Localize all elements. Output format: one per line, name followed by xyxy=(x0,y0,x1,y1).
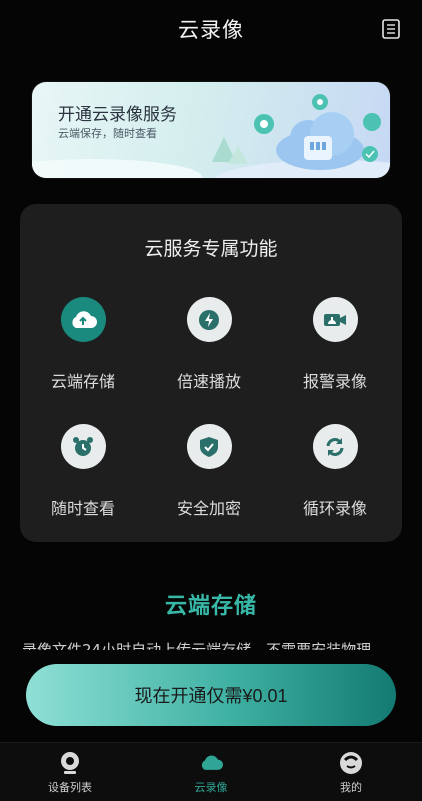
bottom-tab-bar: 设备列表 云录像 我的 xyxy=(0,742,422,801)
cloud-icon xyxy=(199,751,223,775)
alarm-clock-icon xyxy=(60,424,106,469)
page-title: 云录像 xyxy=(178,18,244,42)
lightning-icon xyxy=(186,297,232,342)
feature-label: 云端存储 xyxy=(50,372,115,391)
cloud-upload-icon xyxy=(60,297,106,342)
feature-cloud-storage[interactable]: 云端存储 xyxy=(23,297,143,392)
feature-view-anytime[interactable]: 随时查看 xyxy=(23,424,143,519)
feature-label: 倍速播放 xyxy=(176,372,241,391)
subscribe-button[interactable]: 现在开通仅需¥0.01 xyxy=(26,664,396,726)
tab-cloud-recording[interactable]: 云录像 xyxy=(161,751,261,795)
feature-label: 随时查看 xyxy=(50,499,115,518)
tab-device-list[interactable]: 设备列表 xyxy=(20,751,120,795)
user-avatar-icon xyxy=(339,751,363,775)
banner-subtitle: 云端保存，随时查看 xyxy=(58,127,157,140)
app-header: 云录像 xyxy=(0,0,422,58)
tab-profile[interactable]: 我的 xyxy=(301,751,401,795)
shield-check-icon xyxy=(186,424,232,469)
tab-label: 云录像 xyxy=(194,781,228,794)
features-panel: 云服务专属功能 云端存储 倍速播放 报警录像 随时查看 安全加密 循环录像 xyxy=(20,204,402,542)
tab-label: 设备列表 xyxy=(48,781,92,794)
tab-label: 我的 xyxy=(340,781,362,794)
banner-title: 开通云录像服务 xyxy=(58,105,177,125)
cycle-icon xyxy=(312,424,358,469)
document-icon[interactable] xyxy=(382,19,400,39)
alarm-camera-icon xyxy=(312,297,358,342)
feature-speed-playback[interactable]: 倍速播放 xyxy=(149,297,269,392)
camera-icon xyxy=(58,751,82,775)
features-title: 云服务专属功能 xyxy=(144,238,278,260)
feature-label: 安全加密 xyxy=(176,499,241,518)
section-description: 录像文件24小时自动上传云端存储，不需要安装物理 xyxy=(22,641,372,650)
feature-loop-recording[interactable]: 循环录像 xyxy=(275,424,395,519)
section-title: 云端存储 xyxy=(164,594,257,619)
feature-secure-encryption[interactable]: 安全加密 xyxy=(149,424,269,519)
promo-banner[interactable]: 开通云录像服务 云端保存，随时查看 xyxy=(32,82,390,178)
feature-alarm-recording[interactable]: 报警录像 xyxy=(275,297,395,392)
feature-label: 循环录像 xyxy=(302,499,367,518)
feature-label: 报警录像 xyxy=(302,372,367,391)
